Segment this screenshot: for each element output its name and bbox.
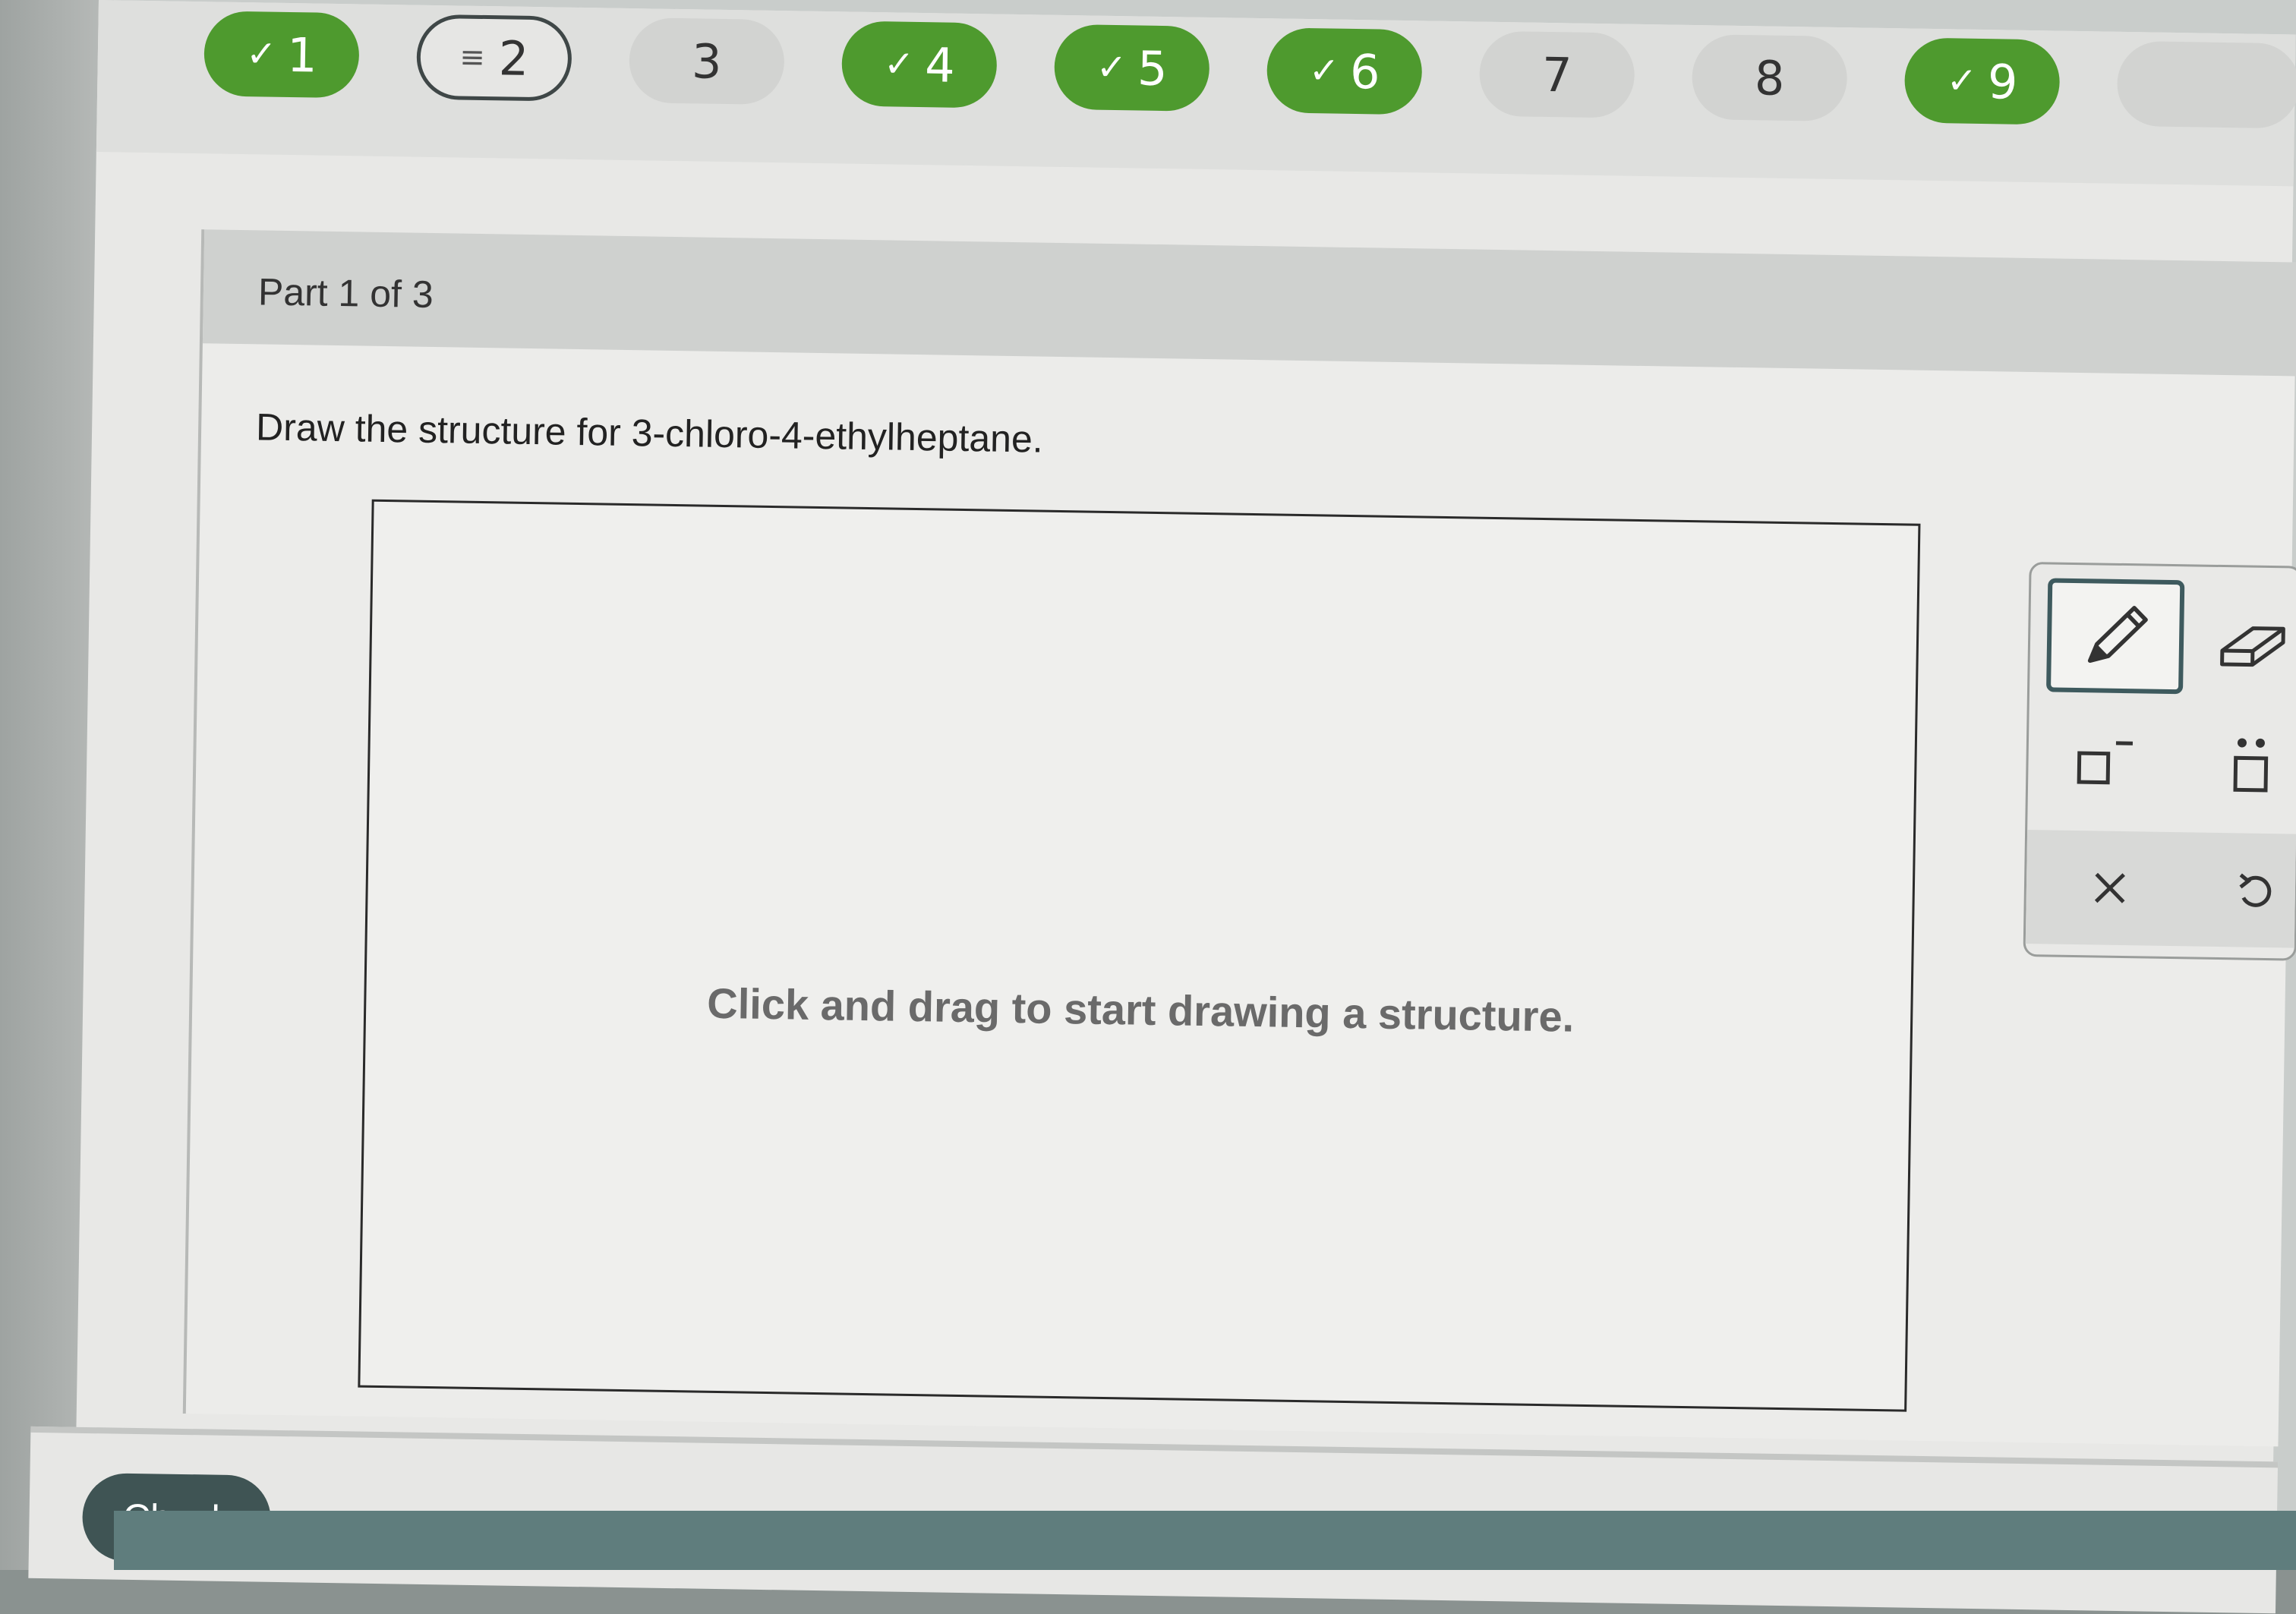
question-next-button[interactable] (2117, 41, 2296, 129)
question-number: 5 (1137, 40, 1168, 96)
lone-pair-icon (2220, 730, 2282, 799)
question-number: 9 (1987, 54, 2018, 110)
question-9-button[interactable]: ✓ 9 (1904, 37, 2061, 125)
undo-button[interactable] (2208, 848, 2296, 933)
question-number: 3 (692, 33, 723, 90)
eraser-icon (2214, 605, 2291, 675)
charge-tool-button[interactable] (2051, 717, 2159, 809)
close-icon (2086, 865, 2133, 911)
canvas-hint: Click and drag to start drawing a struct… (366, 972, 1916, 1048)
question-7-button[interactable]: 7 (1479, 31, 1635, 118)
list-icon: ≡ (459, 39, 485, 75)
drawing-canvas[interactable]: Click and drag to start drawing a struct… (358, 500, 1920, 1412)
screen: ✓ 1 ≡ 2 3 ✓ 4 ✓ 5 ✓ 6 7 (0, 0, 2296, 1570)
eraser-tool-button[interactable] (2203, 590, 2296, 690)
question-5-button[interactable]: ✓ 5 (1054, 24, 1210, 112)
question-4-button[interactable]: ✓ 4 (841, 20, 998, 108)
bottom-bar (114, 1511, 2296, 1570)
question-6-button[interactable]: ✓ 6 (1266, 27, 1423, 115)
question-prompt: Draw the structure for 3-chloro-4-ethylh… (256, 405, 1043, 461)
question-number: 1 (287, 27, 318, 83)
app-window: ✓ 1 ≡ 2 3 ✓ 4 ✓ 5 ✓ 6 7 (74, 0, 2296, 1604)
question-3-button[interactable]: 3 (629, 17, 785, 105)
pencil-tool-button[interactable] (2046, 578, 2184, 694)
check-icon: ✓ (1096, 46, 1127, 90)
undo-icon (2231, 867, 2277, 913)
check-icon: ✓ (1308, 49, 1339, 93)
question-8-button[interactable]: 8 (1692, 34, 1848, 121)
clear-button[interactable] (2056, 846, 2164, 931)
check-icon: ✓ (246, 33, 277, 76)
pencil-icon (2073, 594, 2158, 679)
question-1-button[interactable]: ✓ 1 (203, 11, 360, 98)
part-label: Part 1 of 3 (258, 270, 434, 317)
question-number: 6 (1350, 43, 1381, 99)
lone-pair-tool-button[interactable] (2201, 719, 2296, 812)
question-number: 2 (498, 30, 529, 87)
check-icon: ✓ (884, 43, 915, 86)
tool-palette (2023, 562, 2296, 961)
question-number: 8 (1754, 50, 1785, 106)
question-2-button[interactable]: ≡ 2 (416, 14, 572, 102)
part-header: Part 1 of 3 (203, 229, 2296, 376)
question-number: 7 (1541, 46, 1572, 102)
check-icon: ✓ (1946, 59, 1977, 102)
question-number: 4 (925, 37, 956, 93)
question-panel: Part 1 of 3 Draw the structure for 3-chl… (183, 229, 2296, 1446)
charge-icon (2070, 732, 2139, 793)
question-nav: ✓ 1 ≡ 2 3 ✓ 4 ✓ 5 ✓ 6 7 (96, 0, 2296, 186)
